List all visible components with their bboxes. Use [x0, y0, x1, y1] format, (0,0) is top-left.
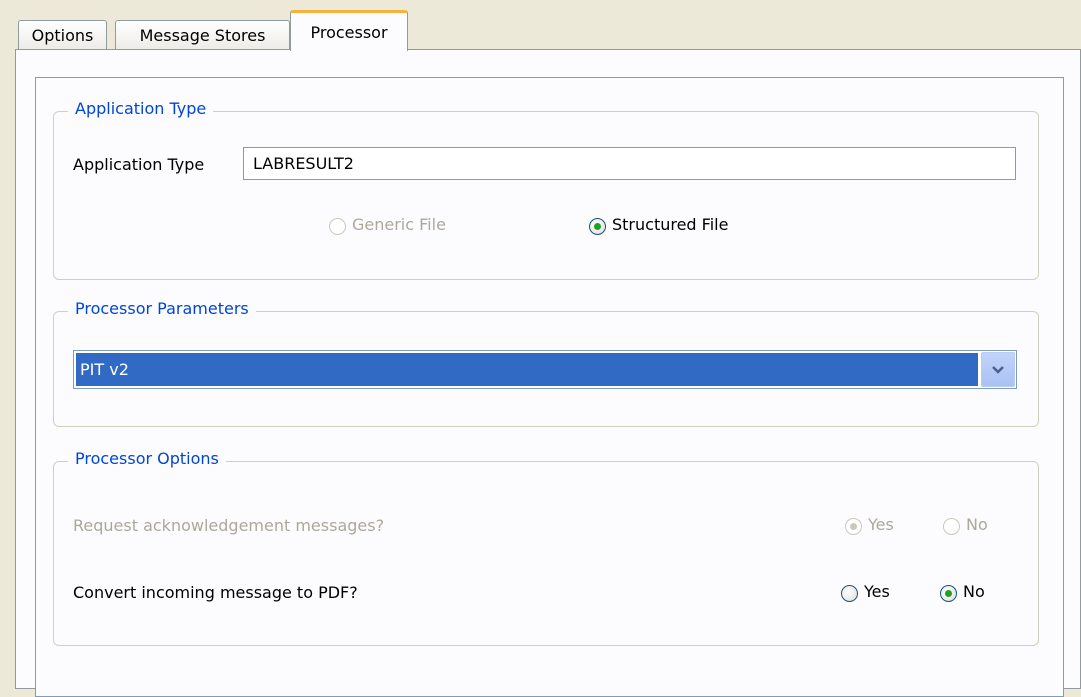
convert-pdf-label: Convert incoming message to PDF? — [73, 583, 358, 602]
request-ack-no-label: No — [966, 515, 988, 534]
tab-message-stores[interactable]: Message Stores — [115, 20, 290, 50]
dropdown-button[interactable] — [981, 352, 1015, 387]
request-ack-no-radio[interactable] — [943, 518, 960, 535]
tab-options[interactable]: Options — [18, 20, 107, 50]
group-legend: Application Type — [68, 99, 214, 118]
tab-label: Options — [31, 26, 94, 45]
structured-file-label: Structured File — [612, 215, 729, 234]
tab-label: Message Stores — [139, 26, 266, 45]
application-type-group: Application Type — [53, 99, 1039, 280]
convert-pdf-yes-label: Yes — [864, 582, 890, 601]
convert-pdf-yes-radio[interactable] — [841, 585, 858, 602]
convert-pdf-no-label: No — [963, 582, 985, 601]
request-ack-yes-label: Yes — [868, 515, 894, 534]
application-type-input[interactable]: LABRESULT2 — [243, 147, 1016, 180]
application-type-value: LABRESULT2 — [253, 154, 354, 173]
convert-pdf-no-radio[interactable] — [940, 585, 957, 602]
application-type-label: Application Type — [73, 155, 205, 174]
generic-file-radio[interactable] — [329, 218, 346, 235]
request-ack-yes-radio[interactable] — [845, 518, 862, 535]
processor-options-group: Processor Options — [53, 449, 1039, 646]
request-ack-label: Request acknowledgement messages? — [73, 516, 385, 535]
generic-file-label: Generic File — [352, 215, 446, 234]
tab-processor[interactable]: Processor — [290, 10, 408, 51]
chevron-down-icon — [992, 365, 1004, 374]
processor-parameters-dropdown[interactable]: PIT v2 — [73, 350, 1017, 389]
processor-parameters-value: PIT v2 — [80, 360, 129, 379]
tab-label: Processor — [310, 22, 388, 42]
structured-file-radio[interactable] — [589, 218, 606, 235]
processor-parameters-selected: PIT v2 — [76, 353, 978, 386]
group-legend: Processor Parameters — [68, 299, 256, 318]
group-legend: Processor Options — [68, 449, 226, 468]
